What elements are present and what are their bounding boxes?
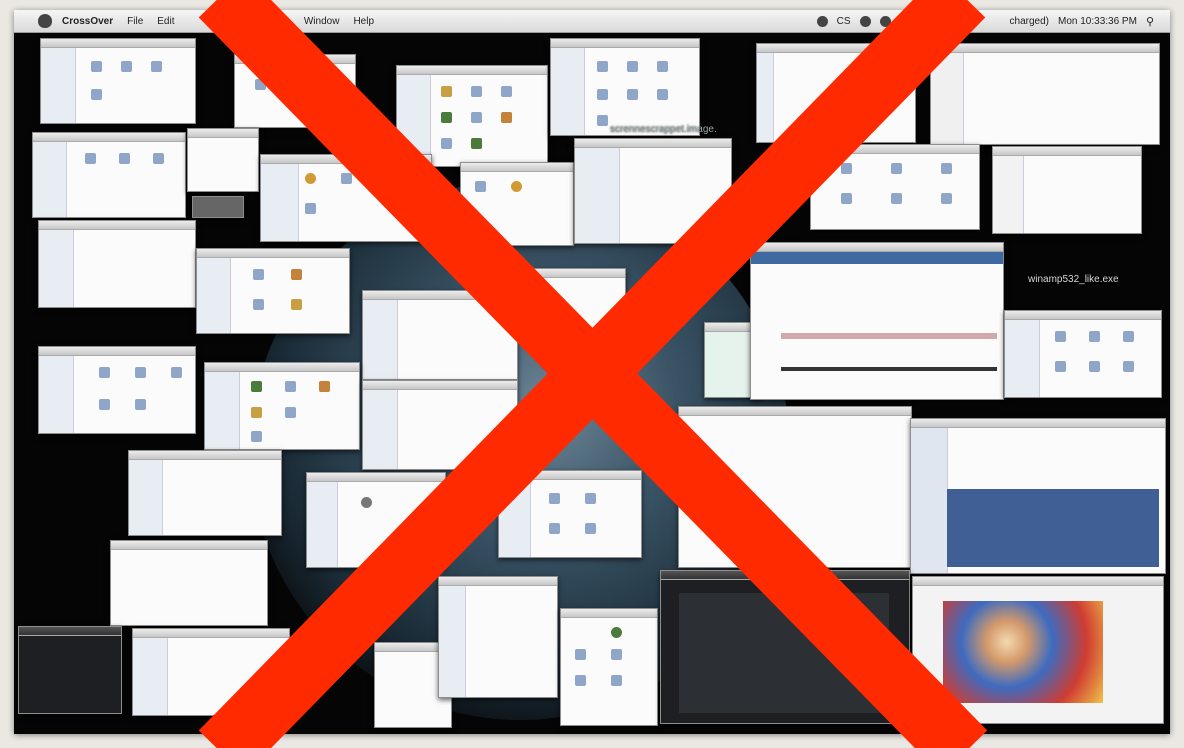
small-dialog[interactable] [187,128,259,192]
apple-icon[interactable] [38,14,52,28]
finder-window[interactable] [204,362,360,450]
finder-window[interactable] [550,38,700,136]
finder-window[interactable] [810,144,980,230]
menu-help[interactable]: Help [353,16,374,27]
text-window[interactable] [992,146,1142,234]
clock[interactable]: Mon 10:33:36 PM [1058,16,1137,27]
list-window[interactable] [574,138,732,244]
chat-window[interactable] [438,576,558,698]
bluetooth-icon[interactable] [899,15,911,27]
editor-window[interactable] [930,43,1160,145]
status-area: CS charged) Mon 10:33:36 PM ⚲ [816,15,1170,28]
finder-window[interactable] [362,290,518,380]
menu-bar: CrossOver File Edit Configure Window Hel… [14,10,1170,33]
finder-window[interactable] [196,248,350,334]
finder-window[interactable] [128,450,282,536]
gear-icon[interactable] [879,15,891,27]
battery-status[interactable]: charged) [1010,16,1049,27]
image-viewer-window[interactable] [912,576,1164,724]
list-window[interactable] [110,540,268,626]
finder-window[interactable] [132,628,290,716]
finder-window[interactable] [460,162,574,246]
finder-window[interactable] [40,38,196,124]
app-menu[interactable]: CrossOver [62,16,113,27]
code-editor-window[interactable] [660,570,910,724]
finder-window[interactable] [306,472,446,568]
finder-window[interactable] [362,380,518,470]
desktop-file-label[interactable]: scrennescrappet.image. [610,124,717,135]
artwork-image [943,601,1103,703]
finder-window[interactable] [234,54,356,128]
finder-window[interactable] [32,132,186,218]
flag-icon[interactable] [959,15,971,27]
finder-window[interactable] [498,470,642,558]
terminal-window[interactable] [18,626,122,714]
menu-edit[interactable]: Edit [157,16,174,27]
user-icon[interactable] [816,15,828,27]
finder-window[interactable] [260,154,432,242]
menu-file[interactable]: File [127,16,143,27]
finder-window[interactable] [1004,310,1162,398]
sync-icon[interactable] [859,15,871,27]
diagram-window[interactable] [38,220,196,308]
webpage-window[interactable] [750,242,1004,400]
finder-window[interactable] [396,65,548,167]
mail-window[interactable] [910,418,1166,574]
finder-window[interactable] [38,346,196,434]
expose-screenshot: CrossOver File Edit Configure Window Hel… [14,10,1170,734]
menu-configure[interactable]: Configure [247,16,290,27]
document-window[interactable] [678,406,912,568]
spotlight-icon[interactable]: ⚲ [1146,15,1154,28]
finder-window[interactable] [534,268,626,336]
volume-icon[interactable] [919,15,931,27]
finder-window[interactable] [560,608,658,726]
menu-window[interactable]: Window [304,16,340,27]
browser-window[interactable] [756,43,916,143]
desktop-file-label[interactable]: winamp532_like.exe [1028,274,1119,285]
status-label[interactable]: CS [837,16,851,27]
wifi-icon[interactable] [939,15,951,27]
small-dialog[interactable] [192,196,244,218]
